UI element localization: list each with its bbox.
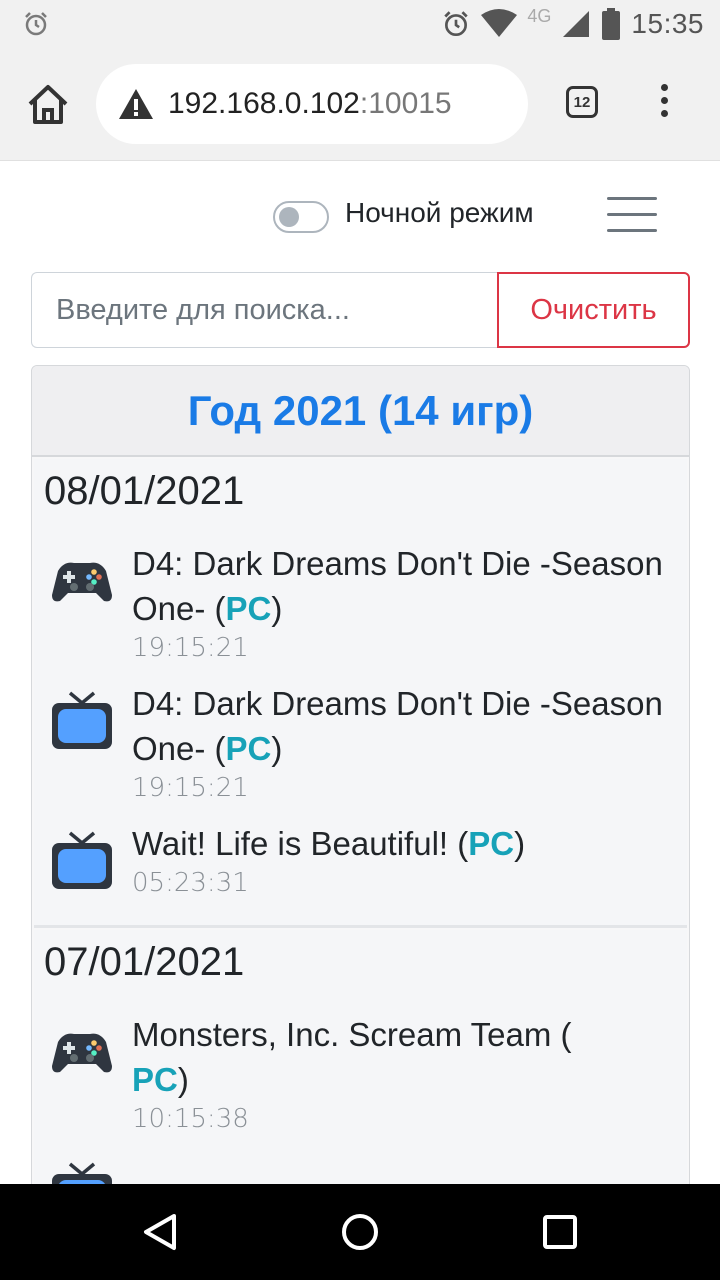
platform-label[interactable]: PC (226, 730, 272, 767)
entry-title[interactable]: D4: Dark Dreams Don't Die -Season One- (… (132, 541, 687, 631)
signal-icon (563, 11, 590, 37)
url-host: 192.168.0.102 (168, 87, 360, 120)
entry-title-suffix: ) (271, 730, 283, 767)
tv-icon (52, 831, 112, 889)
entry-title-suffix: ) (177, 1061, 189, 1098)
entry-title-suffix: ) (271, 590, 283, 627)
entry-title-suffix: ) (514, 825, 526, 862)
top-navbar: Ночной режим (0, 161, 720, 271)
platform-label[interactable]: PC (132, 1061, 178, 1098)
hamburger-menu-icon[interactable] (607, 197, 657, 237)
search-group: Очистить (31, 272, 690, 348)
status-time: 15:35 (631, 8, 704, 39)
list-item[interactable]: D4: Dark Dreams Don't Die -Season One- (… (34, 541, 687, 663)
system-nav-bar (0, 1184, 720, 1280)
platform-label[interactable]: PC (226, 590, 272, 627)
address-bar[interactable]: 192.168.0.102:10015 (96, 64, 528, 144)
entry-title[interactable]: Monsters, Inc. Scream Team ( PC) (132, 1012, 687, 1102)
list-item[interactable] (34, 1152, 687, 1184)
tv-icon (52, 1162, 112, 1184)
alarm-icon (25, 12, 47, 36)
home-circle-icon[interactable] (340, 1212, 380, 1252)
night-mode-toggle[interactable] (273, 201, 329, 233)
recent-apps-icon[interactable] (542, 1214, 578, 1250)
network-type: 4G (527, 5, 552, 26)
gamepad-icon (52, 1033, 112, 1073)
wifi-icon (481, 9, 518, 37)
night-mode-label[interactable]: Ночной режим (345, 197, 534, 229)
alarm-icon (444, 11, 469, 37)
tv-icon (52, 691, 112, 749)
entry-time: 10:15:38 (132, 1104, 249, 1134)
toggle-knob (279, 207, 299, 227)
battery-icon (602, 8, 621, 40)
tab-count: 12 (573, 93, 591, 111)
entry-title-text: D4: Dark Dreams Don't Die -Season One- ( (132, 685, 663, 767)
tab-switcher-button[interactable]: 12 (566, 86, 598, 118)
day-group: 08/01/2021 D4: Dark Dreams Don't Die -Se… (34, 459, 687, 928)
gamepad-icon (52, 562, 112, 602)
clear-button[interactable]: Очистить (497, 272, 690, 348)
page-content: Ночной режим Очистить Год 2021 (14 игр) … (0, 161, 720, 1184)
entry-title[interactable]: D4: Dark Dreams Don't Die -Season One- (… (132, 681, 687, 771)
day-group: 07/01/2021 Monsters, Inc. Scream Team ( P… (34, 930, 687, 1184)
entry-title-text: Wait! Life is Beautiful! ( (132, 825, 469, 862)
entry-time: 19:15:21 (132, 633, 249, 663)
url-text[interactable]: 192.168.0.102:10015 (168, 87, 452, 121)
entry-time: 19:15:21 (132, 773, 249, 803)
warning-icon[interactable] (118, 87, 154, 121)
home-icon[interactable] (24, 82, 72, 126)
entry-title-text: Monsters, Inc. Scream Team ( (132, 1016, 572, 1053)
platform-label[interactable]: PC (468, 825, 514, 862)
list-item[interactable]: Wait! Life is Beautiful! (PC) 05:23:31 (34, 821, 687, 903)
day-date: 08/01/2021 (44, 469, 245, 513)
list-item[interactable]: Monsters, Inc. Scream Team ( PC) 10:15:38 (34, 1012, 687, 1134)
entry-time: 05:23:31 (132, 868, 249, 898)
back-icon[interactable] (140, 1212, 180, 1252)
url-port: :10015 (359, 87, 452, 120)
entry-title-text: D4: Dark Dreams Don't Die -Season One- ( (132, 545, 663, 627)
search-input[interactable] (31, 272, 499, 348)
list-item[interactable]: D4: Dark Dreams Don't Die -Season One- (… (34, 681, 687, 803)
overflow-menu-icon[interactable] (656, 84, 672, 124)
entry-title[interactable]: Wait! Life is Beautiful! (PC) (132, 821, 687, 866)
year-title[interactable]: Год 2021 (14 игр) (188, 387, 534, 435)
year-card: Год 2021 (14 игр) 08/01/2021 D4: Dark Dr… (31, 365, 690, 1184)
year-card-header[interactable]: Год 2021 (14 игр) (32, 366, 689, 457)
status-bar: 4G 15:35 (0, 0, 720, 48)
browser-toolbar: 192.168.0.102:10015 12 (0, 48, 720, 161)
day-date: 07/01/2021 (44, 940, 245, 984)
